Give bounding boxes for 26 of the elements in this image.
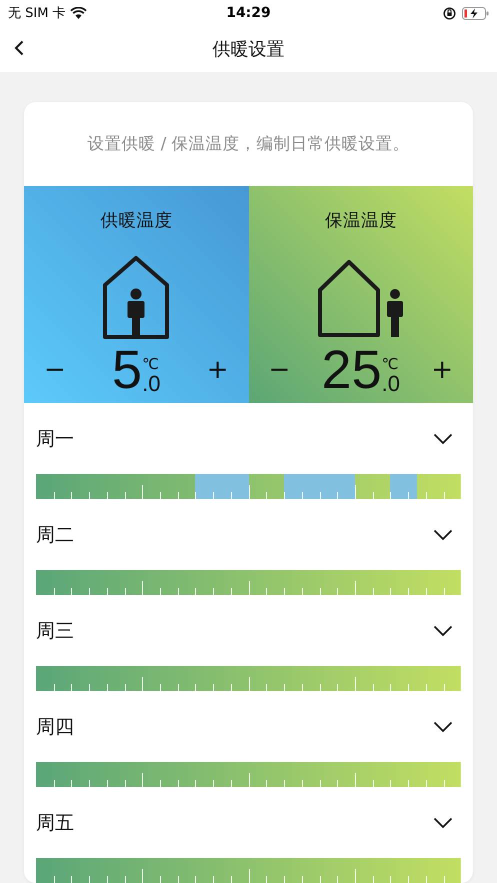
intro-text: 设置供暖 / 保温温度，编制日常供暖设置。	[86, 133, 411, 156]
unit-text: ℃	[142, 355, 159, 374]
day-row-toggle[interactable]: 周四	[36, 695, 461, 759]
temperature-value: 5	[112, 345, 142, 396]
day-label: 周五	[36, 812, 74, 836]
temperature-value: 25	[322, 345, 382, 396]
temperature-decimal: .0	[142, 373, 160, 396]
increase-button[interactable]: +	[202, 355, 232, 386]
day-label: 周三	[36, 620, 74, 644]
temperature-decimal: .0	[382, 373, 400, 396]
day-label: 周一	[36, 428, 74, 452]
day-row-toggle[interactable]: 周一	[36, 407, 461, 471]
unit-text: ℃	[382, 355, 398, 374]
decrease-button[interactable]: −	[264, 355, 294, 386]
day-row-toggle[interactable]: 周二	[36, 503, 461, 567]
decrease-button[interactable]: −	[40, 355, 70, 386]
panel-title: 保温温度	[324, 210, 397, 232]
day-row-toggle[interactable]: 周三	[36, 599, 461, 663]
panel-title: 供暖温度	[100, 210, 172, 232]
day-label: 周二	[36, 524, 74, 548]
day-label: 周四	[36, 716, 74, 740]
status-time: 14:29	[226, 5, 271, 21]
carrier-text: 无 SIM 卡	[8, 5, 66, 22]
increase-button[interactable]: +	[427, 355, 457, 386]
page-title: 供暖设置	[212, 38, 284, 61]
day-row-toggle[interactable]: 周五	[36, 791, 461, 855]
